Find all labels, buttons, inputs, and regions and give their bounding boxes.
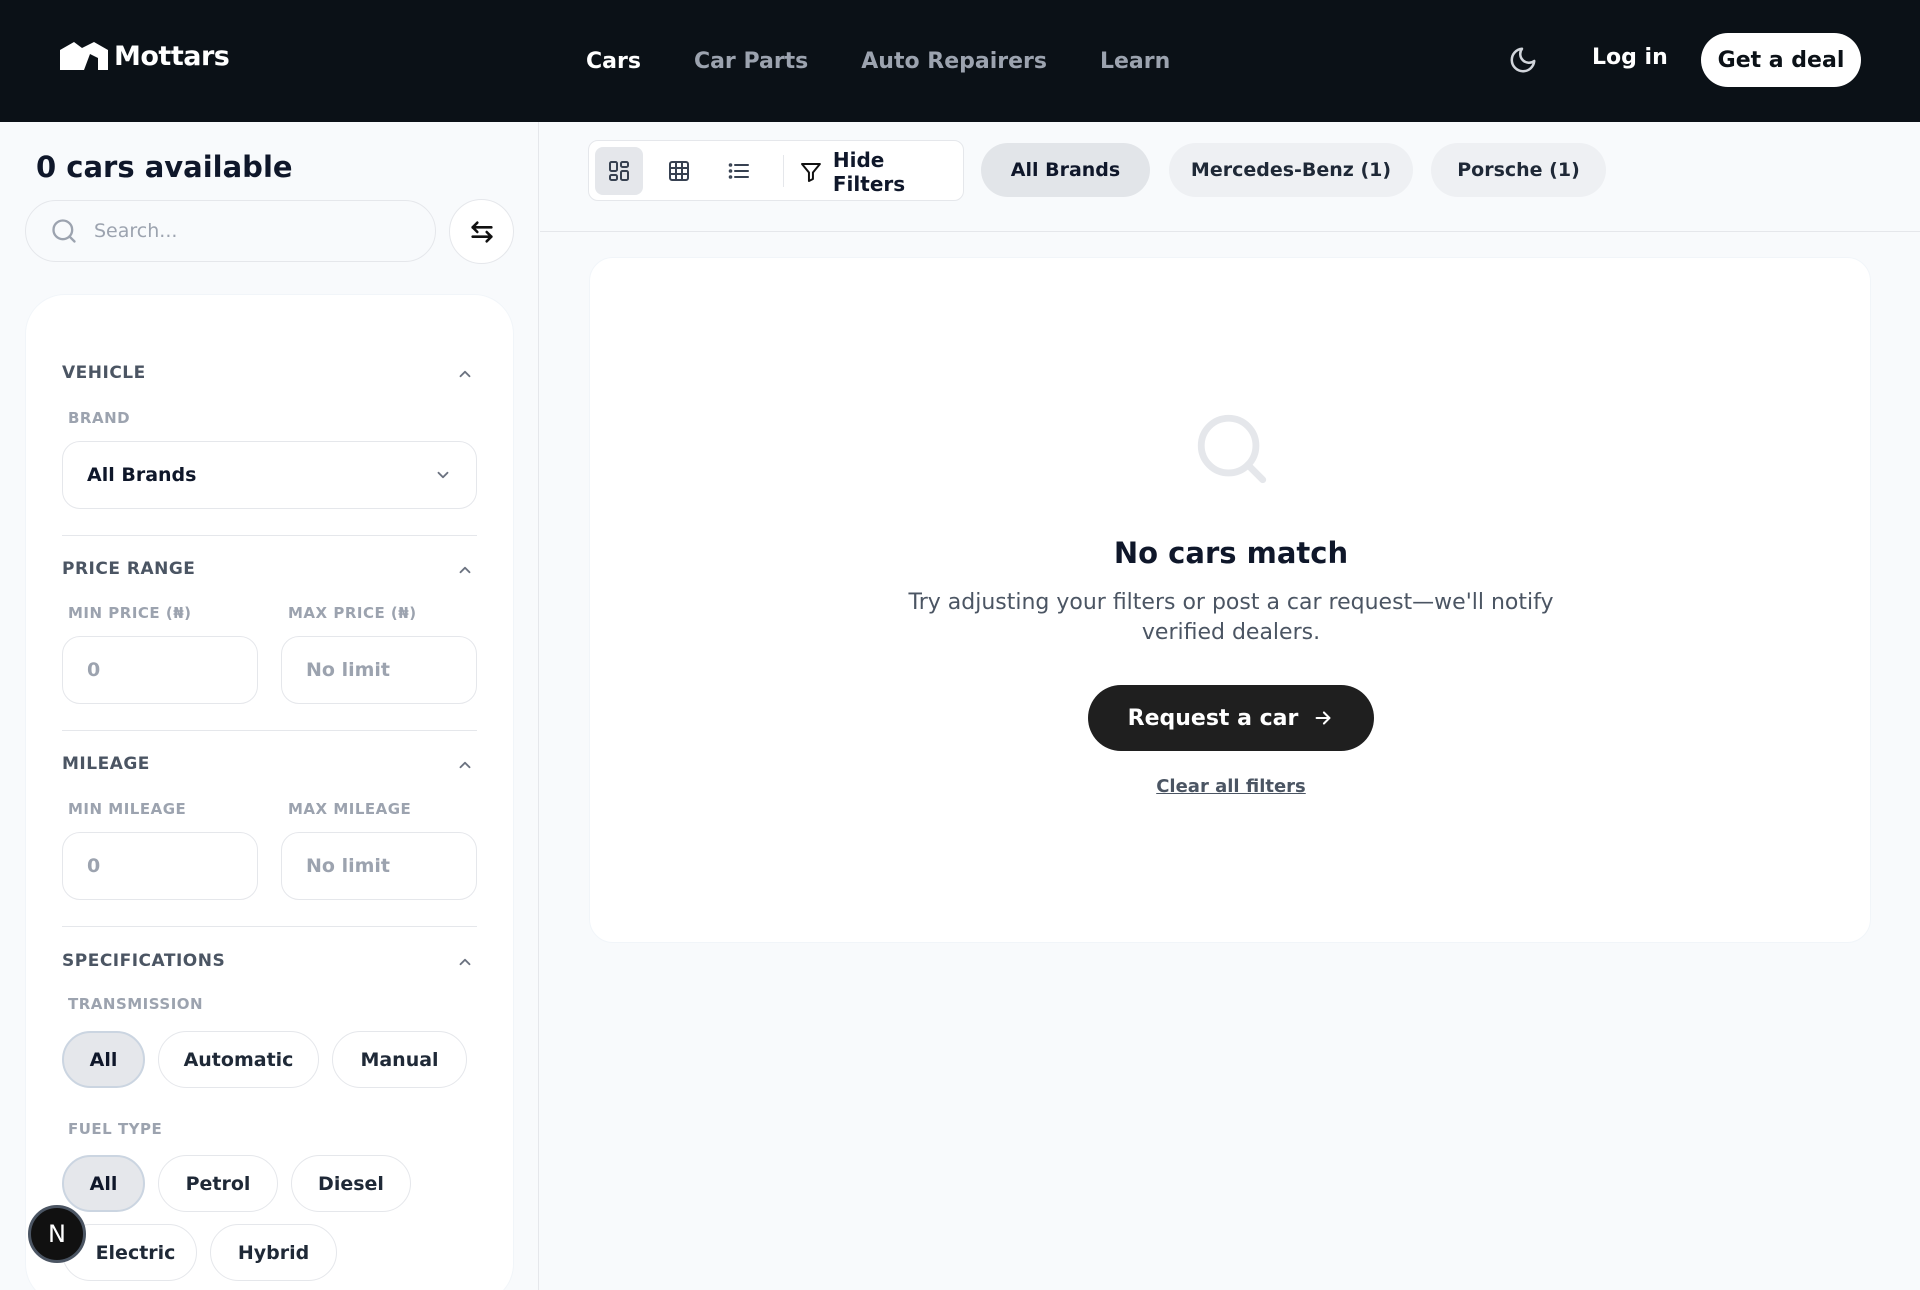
chevron-up-icon[interactable] bbox=[456, 561, 474, 579]
nav-link-auto-repairers[interactable]: Auto Repairers bbox=[861, 49, 1047, 74]
brand-select[interactable]: All Brands bbox=[62, 441, 477, 509]
hide-filters-label: Hide Filters bbox=[832, 147, 906, 196]
empty-state-subtitle: Try adjusting your filters or post a car… bbox=[908, 590, 1554, 645]
min-price-input[interactable]: 0 bbox=[62, 636, 258, 704]
empty-state-title: No cars match bbox=[1113, 536, 1349, 570]
transmission-label: TRANSMISSION bbox=[68, 995, 204, 1013]
request-a-car-label: Request a car bbox=[1127, 705, 1299, 731]
dark-mode-moon-icon[interactable] bbox=[1508, 45, 1538, 75]
nav-link-cars[interactable]: Cars bbox=[586, 49, 641, 74]
filters-sidebar: 0 cars available VEHICLE BRAND All Brand… bbox=[0, 122, 539, 1290]
price-range-section-heading[interactable]: PRICE RANGE bbox=[62, 559, 195, 579]
filter-funnel-icon bbox=[800, 162, 821, 182]
transmission-option-manual[interactable]: Manual bbox=[332, 1031, 467, 1088]
sort-swap-button[interactable] bbox=[449, 199, 514, 264]
vehicle-section-heading[interactable]: VEHICLE bbox=[62, 363, 146, 383]
fuel-type-label: FUEL TYPE bbox=[68, 1120, 163, 1138]
section-divider bbox=[62, 535, 477, 536]
view-cards-button[interactable] bbox=[595, 147, 643, 195]
mottars-logo-icon bbox=[60, 42, 108, 70]
nav-link-car-parts[interactable]: Car Parts bbox=[694, 49, 808, 74]
fuel-option-petrol[interactable]: Petrol bbox=[158, 1155, 278, 1212]
dev-tools-badge[interactable]: N bbox=[28, 1205, 86, 1263]
search-input[interactable] bbox=[94, 220, 394, 242]
max-price-label: MAX PRICE (₦) bbox=[288, 604, 417, 622]
brand-logo[interactable]: Mottars bbox=[60, 40, 230, 72]
nav-link-learn[interactable]: Learn bbox=[1100, 49, 1170, 74]
chevron-up-icon[interactable] bbox=[456, 365, 474, 383]
chevron-up-icon[interactable] bbox=[456, 756, 474, 774]
view-list-button[interactable] bbox=[715, 147, 763, 195]
table-grid-icon bbox=[669, 161, 689, 181]
login-link[interactable]: Log in bbox=[1592, 45, 1668, 70]
chevron-up-icon[interactable] bbox=[456, 953, 474, 971]
min-mileage-label: MIN MILEAGE bbox=[68, 800, 187, 818]
search-field[interactable] bbox=[25, 200, 436, 262]
fuel-option-diesel[interactable]: Diesel bbox=[291, 1155, 411, 1212]
cars-count-title: 0 cars available bbox=[36, 150, 293, 184]
fuel-option-all[interactable]: All bbox=[62, 1155, 145, 1212]
get-a-deal-button[interactable]: Get a deal bbox=[1701, 33, 1861, 87]
results-toolbar: Hide Filters All Brands Mercedes-Benz (1… bbox=[540, 122, 1920, 232]
search-icon bbox=[1197, 414, 1267, 484]
arrow-right-icon bbox=[1315, 711, 1331, 725]
max-mileage-input[interactable]: No limit bbox=[281, 832, 477, 900]
main-nav: Cars Car Parts Auto Repairers Learn bbox=[586, 0, 1170, 122]
chevron-down-icon bbox=[437, 471, 449, 479]
clear-all-filters-link[interactable]: Clear all filters bbox=[590, 776, 1872, 797]
filter-card: VEHICLE BRAND All Brands PRICE RANGE MIN… bbox=[25, 294, 514, 1290]
brand-pill-porsche[interactable]: Porsche (1) bbox=[1431, 143, 1606, 197]
top-navigation-bar: Mottars Cars Car Parts Auto Repairers Le… bbox=[0, 0, 1920, 122]
search-icon bbox=[52, 219, 76, 243]
max-price-input[interactable]: No limit bbox=[281, 636, 477, 704]
toolbar-divider bbox=[783, 155, 784, 187]
request-a-car-button[interactable]: Request a car bbox=[1088, 685, 1374, 751]
view-table-button[interactable] bbox=[655, 147, 703, 195]
swap-arrows-icon bbox=[470, 220, 493, 243]
brand-pill-all-brands[interactable]: All Brands bbox=[981, 143, 1150, 197]
specifications-section-heading[interactable]: SPECIFICATIONS bbox=[62, 951, 225, 971]
brand-pill-mercedes-benz[interactable]: Mercedes-Benz (1) bbox=[1169, 143, 1413, 197]
empty-results-card: No cars match Try adjusting your filters… bbox=[589, 257, 1871, 943]
view-toggle-group: Hide Filters bbox=[588, 140, 964, 201]
transmission-option-all[interactable]: All bbox=[62, 1031, 145, 1088]
logo-text: Mottars bbox=[114, 40, 230, 72]
min-mileage-input[interactable]: 0 bbox=[62, 832, 258, 900]
layout-grid-icon bbox=[609, 161, 629, 181]
section-divider bbox=[62, 730, 477, 731]
fuel-option-hybrid[interactable]: Hybrid bbox=[210, 1224, 337, 1281]
brand-select-value: All Brands bbox=[87, 464, 197, 486]
section-divider bbox=[62, 926, 477, 927]
max-mileage-label: MAX MILEAGE bbox=[288, 800, 412, 818]
mileage-section-heading[interactable]: MILEAGE bbox=[62, 754, 150, 774]
transmission-option-automatic[interactable]: Automatic bbox=[158, 1031, 319, 1088]
hide-filters-button[interactable]: Hide Filters bbox=[799, 141, 963, 202]
min-price-label: MIN PRICE (₦) bbox=[68, 604, 192, 622]
brand-label: BRAND bbox=[68, 409, 131, 427]
list-icon bbox=[728, 163, 749, 179]
